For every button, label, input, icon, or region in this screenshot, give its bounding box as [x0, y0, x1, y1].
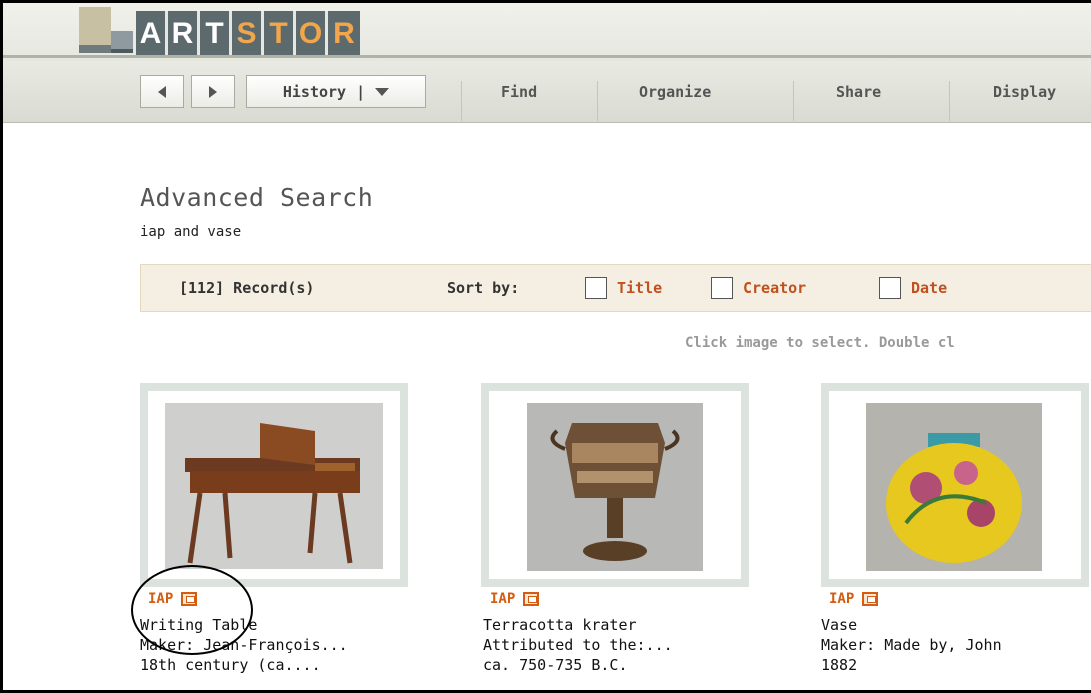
forward-arrow-icon	[209, 85, 217, 98]
menu-find[interactable]: Find	[501, 75, 537, 108]
vase-image	[866, 403, 1042, 571]
logo-letter: O	[296, 11, 328, 57]
page-title: Advanced Search	[140, 183, 374, 212]
record-count: [112] Record(s)	[179, 279, 315, 297]
divider	[461, 81, 462, 121]
selection-hint: Click image to select. Double cl	[685, 335, 955, 351]
iap-badge[interactable]: IAP	[829, 591, 879, 607]
image-group-icon[interactable]	[523, 592, 540, 606]
result-date: 18th century (ca....	[140, 656, 321, 674]
writing-table-image	[165, 403, 383, 569]
divider	[793, 81, 794, 121]
result-maker: Attributed to the:...	[483, 636, 673, 654]
artstor-logo[interactable]: A R T S T O R	[136, 11, 360, 57]
back-button[interactable]	[140, 75, 184, 108]
sort-title-option[interactable]: Title	[585, 277, 662, 299]
back-arrow-icon	[158, 85, 166, 98]
highlight-circle-annotation	[131, 565, 253, 655]
divider	[597, 81, 598, 121]
logo-letter: R	[333, 17, 355, 50]
thumbnail-writing-table[interactable]	[140, 383, 408, 587]
sort-date-label[interactable]: Date	[911, 279, 947, 297]
iap-label: IAP	[490, 591, 516, 607]
result-maker: Maker: Made by, John	[821, 636, 1002, 654]
sort-title-checkbox[interactable]	[585, 277, 607, 299]
artstor-window: A R T S T O R History | Find Organize Sh…	[0, 0, 1091, 693]
result-title[interactable]: Terracotta krater	[483, 615, 673, 635]
result-date: ca. 750-735 B.C.	[483, 656, 628, 674]
logo-letter: S	[232, 11, 264, 57]
dropdown-icon	[375, 87, 390, 96]
menu-share[interactable]: Share	[836, 75, 881, 108]
thumbnail-terracotta-krater[interactable]	[481, 383, 749, 587]
sort-creator-option[interactable]: Creator	[711, 277, 806, 299]
logo-letter: R	[168, 11, 200, 57]
result-date: 1882	[821, 656, 858, 674]
logo-squares-icon	[79, 7, 133, 57]
iap-label: IAP	[829, 591, 855, 607]
sort-date-checkbox[interactable]	[879, 277, 901, 299]
logo-bar: A R T S T O R	[3, 3, 1091, 61]
forward-button[interactable]	[191, 75, 235, 108]
divider	[3, 55, 1091, 58]
navigation-bar: History | Find Organize Share Display	[3, 61, 1091, 123]
result-caption: Terracotta krater Attributed to the:... …	[483, 615, 673, 675]
logo-letter: A	[136, 11, 168, 57]
history-separator: |	[356, 82, 366, 101]
history-dropdown[interactable]: History |	[246, 75, 426, 108]
sort-creator-checkbox[interactable]	[711, 277, 733, 299]
logo-letter: T	[264, 11, 296, 57]
image-group-icon[interactable]	[862, 592, 879, 606]
sort-title-label[interactable]: Title	[617, 279, 662, 297]
menu-display[interactable]: Display	[993, 75, 1056, 108]
sort-by-label: Sort by:	[447, 279, 520, 297]
divider	[949, 81, 950, 121]
krater-image	[527, 403, 703, 571]
sort-bar: [112] Record(s) Sort by: Title Creator D…	[140, 264, 1091, 312]
search-query: iap and vase	[140, 224, 242, 240]
sort-date-option[interactable]: Date	[879, 277, 947, 299]
result-title[interactable]: Vase	[821, 615, 1002, 635]
sort-creator-label[interactable]: Creator	[743, 279, 806, 297]
logo-letter: T	[200, 11, 232, 57]
result-caption: Vase Maker: Made by, John 1882	[821, 615, 1002, 675]
history-label: History	[282, 82, 347, 101]
menu-organize[interactable]: Organize	[639, 75, 711, 108]
thumbnail-vase[interactable]	[821, 383, 1089, 587]
iap-badge[interactable]: IAP	[490, 591, 540, 607]
